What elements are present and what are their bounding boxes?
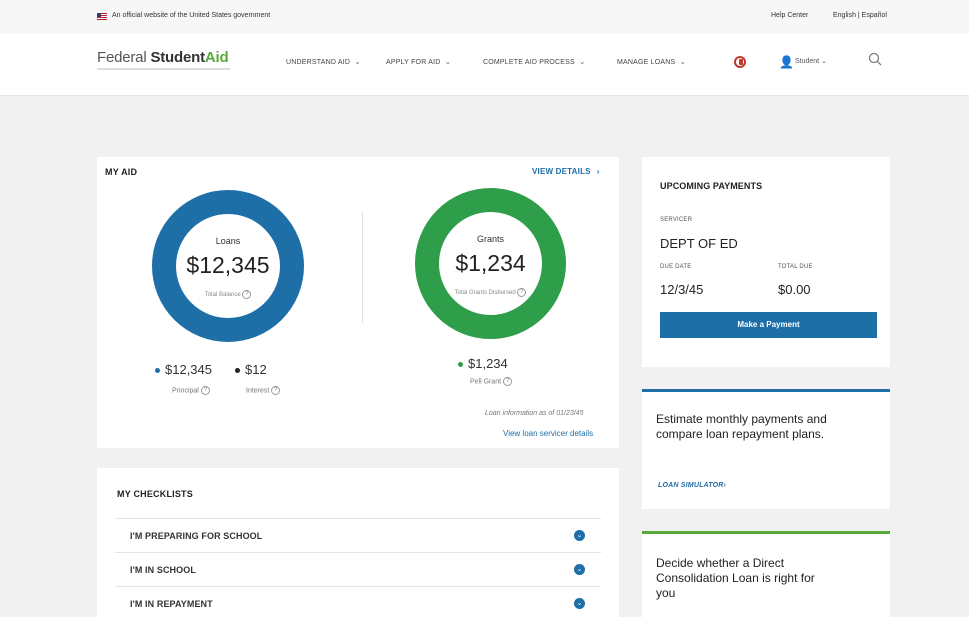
logo-text-student: Student — [150, 49, 205, 66]
nav-complete-aid-process[interactable]: COMPLETE AID PROCESS ⌄ — [483, 57, 586, 66]
help-icon[interactable]: ? — [242, 290, 252, 299]
nav-manage-loans[interactable]: MANAGE LOANS ⌄ — [617, 57, 686, 66]
chevron-down-icon[interactable]: ⌄ — [574, 564, 585, 575]
interest-bullet-icon — [235, 368, 240, 374]
help-center-link[interactable]: Help Center — [771, 12, 808, 19]
chevron-down-icon: ⌄ — [354, 57, 362, 66]
nav-understand-aid[interactable]: UNDERSTAND AID ⌄ — [286, 57, 361, 66]
interest-label-text: Interest — [246, 387, 270, 395]
grants-sub-label: Total Grants Disbursed — [454, 290, 516, 297]
loans-label: Loans — [215, 236, 241, 246]
loans-sub: Total Balance ? — [176, 290, 280, 299]
view-details-label: VIEW DETAILS — [532, 167, 591, 176]
grants-donut[interactable]: Grants $1,234 Total Grants Disbursed ? — [415, 188, 566, 339]
language-toggle-icon[interactable] — [734, 56, 746, 68]
chevron-down-icon: ⌄ — [444, 57, 452, 66]
language-switch-link[interactable]: English | Español — [833, 12, 887, 19]
site-header: Federal StudentAid UNDERSTAND AID ⌄ APPLY… — [0, 34, 969, 96]
fsa-logo[interactable]: Federal StudentAid — [97, 49, 229, 66]
servicer-value: DEPT OF ED — [660, 236, 738, 251]
checklist-item[interactable]: I'M PREPARING FOR SCHOOL ⌄ — [115, 518, 601, 552]
logo-text-federal: Federal — [97, 49, 151, 66]
checklist-item[interactable]: I'M IN REPAYMENT ⌄ — [115, 586, 601, 617]
loan-simulator-link[interactable]: LOAN SIMULATOR› — [658, 482, 726, 489]
search-icon[interactable] — [868, 52, 882, 66]
consolidation-card: Decide whether a Direct Consolidation Lo… — [642, 531, 890, 617]
loans-amount: $12,345 — [186, 252, 270, 278]
nav-label: APPLY FOR AID — [386, 59, 441, 66]
grants-amount: $1,234 — [455, 250, 526, 276]
logo-tagline — [97, 68, 230, 70]
pell-bullet-icon — [458, 362, 463, 368]
user-menu[interactable]: Student ⌄ — [795, 57, 827, 65]
logo-text-aid: Aid — [204, 49, 229, 66]
upcoming-payments-card: UPCOMING PAYMENTS SERVICER DEPT OF ED DU… — [642, 157, 890, 367]
divider — [362, 211, 363, 323]
checklists-title: MY CHECKLISTS — [117, 489, 193, 499]
principal-amount: $12,345 — [155, 362, 212, 377]
loans-donut[interactable]: Loans $12,345 Total Balance ? — [152, 190, 304, 342]
view-details-link[interactable]: VIEW DETAILS › — [532, 167, 600, 176]
principal-bullet-icon — [155, 368, 160, 374]
chevron-down-icon: ⌄ — [821, 58, 827, 65]
chevron-down-icon[interactable]: ⌄ — [574, 598, 585, 609]
grants-label: Grants — [476, 234, 504, 244]
interest-amount: $12 — [235, 362, 267, 377]
checklist-label: I'M IN SCHOOL — [130, 565, 196, 575]
chevron-down-icon: ⌄ — [578, 57, 586, 66]
gov-banner: An official website of the United States… — [0, 0, 969, 34]
user-icon[interactable]: 👤 — [779, 55, 794, 69]
servicer-details-link[interactable]: View loan servicer details — [503, 429, 593, 438]
pell-label: Pell Grant ? — [470, 377, 513, 386]
due-date-value: 12/3/45 — [660, 282, 704, 297]
principal-label: Principal ? — [172, 386, 210, 395]
nav-label: UNDERSTAND AID — [286, 59, 351, 66]
principal-value: $12,345 — [165, 362, 212, 377]
us-flag-icon — [97, 13, 107, 20]
loans-sub-label: Total Balance — [204, 292, 241, 299]
checklists-card: MY CHECKLISTS I'M PREPARING FOR SCHOOL ⌄… — [97, 468, 619, 617]
help-icon[interactable]: ? — [503, 377, 513, 386]
servicer-label: SERVICER — [660, 217, 693, 223]
help-icon[interactable]: ? — [200, 386, 210, 395]
nav-label: COMPLETE AID PROCESS — [483, 59, 575, 66]
my-aid-card: MY AID VIEW DETAILS › Loans $12,345 Total… — [97, 157, 619, 448]
chevron-right-icon: › — [596, 167, 600, 176]
principal-label-text: Principal — [172, 387, 199, 395]
loan-simulator-card: Estimate monthly payments and compare lo… — [642, 389, 890, 509]
chevron-down-icon: ⌄ — [679, 57, 687, 66]
user-label: Student — [795, 58, 820, 65]
estimate-promo-text: Estimate monthly payments and compare lo… — [656, 412, 827, 441]
consolidation-promo-text: Decide whether a Direct Consolidation Lo… — [656, 556, 815, 600]
grants-sub: Total Grants Disbursed ? — [439, 288, 542, 297]
chevron-right-icon: › — [723, 482, 727, 489]
gov-banner-text: An official website of the United States… — [112, 12, 271, 19]
loan-info-date: Loan information as of 01/23/45 — [485, 410, 584, 417]
due-date-label: DUE DATE — [660, 264, 692, 270]
payments-title: UPCOMING PAYMENTS — [660, 181, 763, 191]
help-icon[interactable]: ? — [271, 386, 281, 395]
pell-amount: $1,234 — [458, 356, 508, 371]
nav-label: MANAGE LOANS — [617, 59, 676, 66]
make-payment-button[interactable]: Make a Payment — [660, 312, 877, 338]
chevron-down-icon[interactable]: ⌄ — [574, 530, 585, 541]
checklist-item[interactable]: I'M IN SCHOOL ⌄ — [115, 552, 601, 586]
total-due-value: $0.00 — [778, 282, 811, 297]
interest-label: Interest ? — [246, 386, 281, 395]
help-icon[interactable]: ? — [517, 288, 527, 297]
pell-value: $1,234 — [468, 356, 508, 371]
pell-label-text: Pell Grant — [470, 378, 502, 386]
my-aid-title: MY AID — [105, 167, 138, 177]
loan-simulator-label: LOAN SIMULATOR — [658, 482, 724, 489]
checklist-label: I'M IN REPAYMENT — [130, 599, 213, 609]
interest-value: $12 — [245, 362, 267, 377]
total-due-label: TOTAL DUE — [778, 264, 813, 270]
checklist-label: I'M PREPARING FOR SCHOOL — [130, 531, 263, 541]
nav-apply-for-aid[interactable]: APPLY FOR AID ⌄ — [386, 57, 451, 66]
